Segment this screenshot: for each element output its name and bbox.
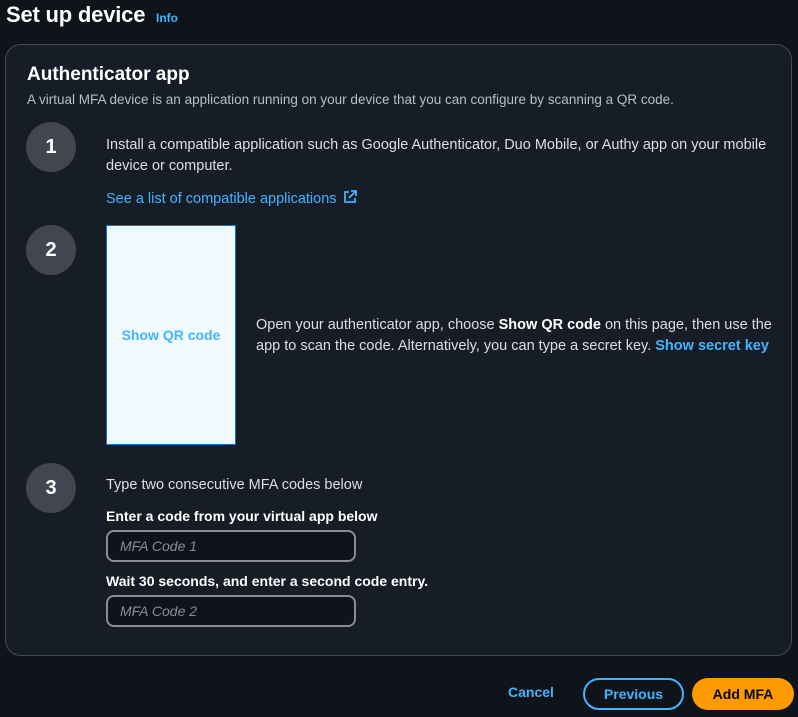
page-title: Set up device	[6, 2, 146, 27]
show-secret-key-link[interactable]: Show secret key	[655, 338, 769, 354]
step-2-text-start: Open your authenticator app, choose	[256, 317, 499, 333]
mfa-code-2-label: Wait 30 seconds, and enter a second code…	[106, 573, 429, 589]
previous-button[interactable]: Previous	[583, 678, 684, 710]
step-3-badge: 3	[26, 463, 76, 513]
mfa-code-1-label: Enter a code from your virtual app below	[106, 508, 378, 524]
external-link-icon	[343, 190, 357, 208]
panel-description: A virtual MFA device is an application r…	[27, 92, 674, 107]
step-2-badge: 2	[26, 225, 76, 275]
panel-title: Authenticator app	[27, 64, 190, 85]
show-qr-code-label: Show QR code	[121, 327, 221, 343]
step-2-text-bold: Show QR code	[498, 317, 601, 333]
compatible-apps-link-label: See a list of compatible applications	[106, 191, 337, 207]
show-qr-code-button[interactable]: Show QR code	[106, 225, 236, 445]
add-mfa-button[interactable]: Add MFA	[692, 678, 794, 710]
mfa-code-1-input[interactable]	[106, 530, 356, 562]
cancel-button[interactable]: Cancel	[508, 684, 554, 700]
step-2-text: Open your authenticator app, choose Show…	[256, 315, 776, 357]
step-1-badge: 1	[26, 122, 76, 172]
step-3-intro: Type two consecutive MFA codes below	[106, 477, 363, 493]
mfa-code-2-input[interactable]	[106, 595, 356, 627]
authenticator-panel: Authenticator app A virtual MFA device i…	[5, 44, 792, 656]
compatible-apps-link[interactable]: See a list of compatible applications	[106, 190, 357, 208]
step-1-text: Install a compatible application such as…	[106, 137, 767, 174]
info-link[interactable]: Info	[156, 11, 178, 25]
